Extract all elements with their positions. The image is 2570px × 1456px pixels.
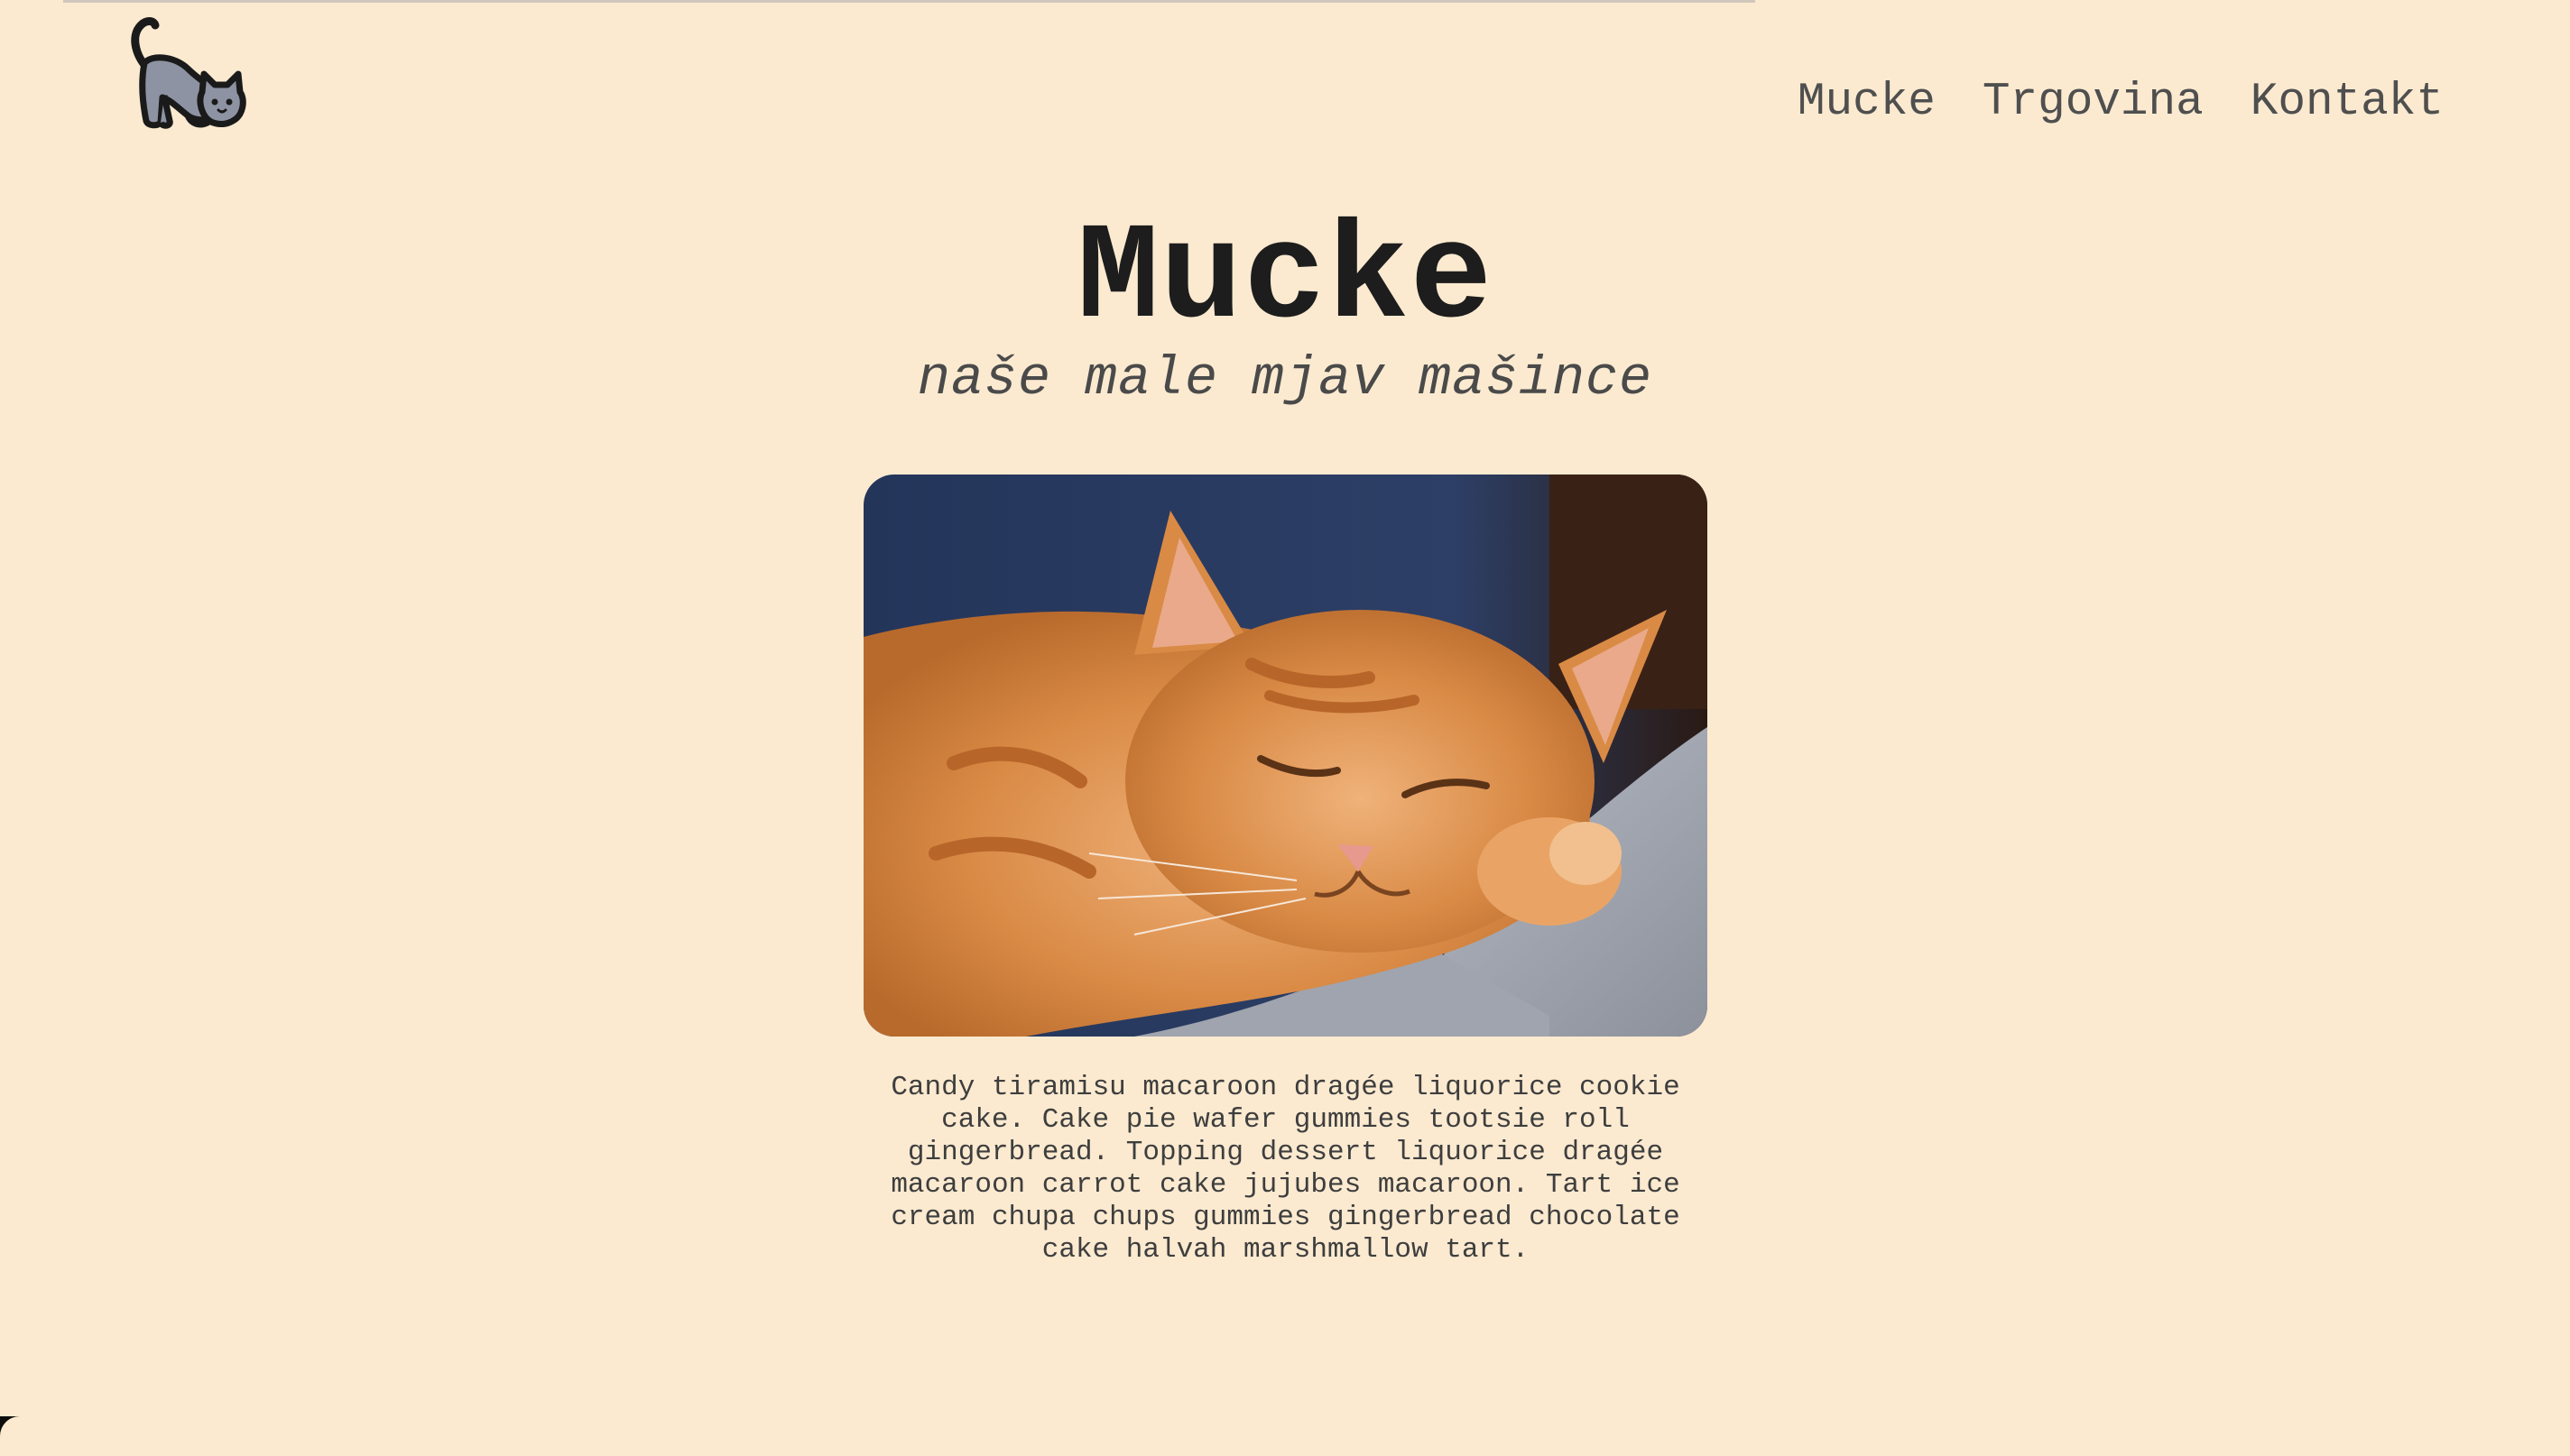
window-corner bbox=[0, 1416, 40, 1456]
sleeping-ginger-cat-image bbox=[864, 475, 1707, 1037]
nav-link-mucke[interactable]: Mucke bbox=[1798, 74, 1936, 132]
description-text: Candy tiramisu macaroon dragée liquorice… bbox=[891, 1072, 1680, 1266]
page-title: Mucke bbox=[1077, 201, 1493, 357]
nav-link-kontakt[interactable]: Kontakt bbox=[2251, 74, 2444, 132]
cat-logo-icon[interactable] bbox=[125, 9, 251, 132]
page-subtitle: naše male mjav mašince bbox=[917, 349, 1653, 410]
nav-link-trgovina[interactable]: Trgovina bbox=[1983, 74, 2204, 132]
main-nav: Mucke Trgovina Kontakt bbox=[1798, 74, 2444, 132]
hero-section: Mucke naše male mjav mašince bbox=[0, 207, 2570, 413]
site-header: Mucke Trgovina Kontakt bbox=[0, 0, 2570, 171]
